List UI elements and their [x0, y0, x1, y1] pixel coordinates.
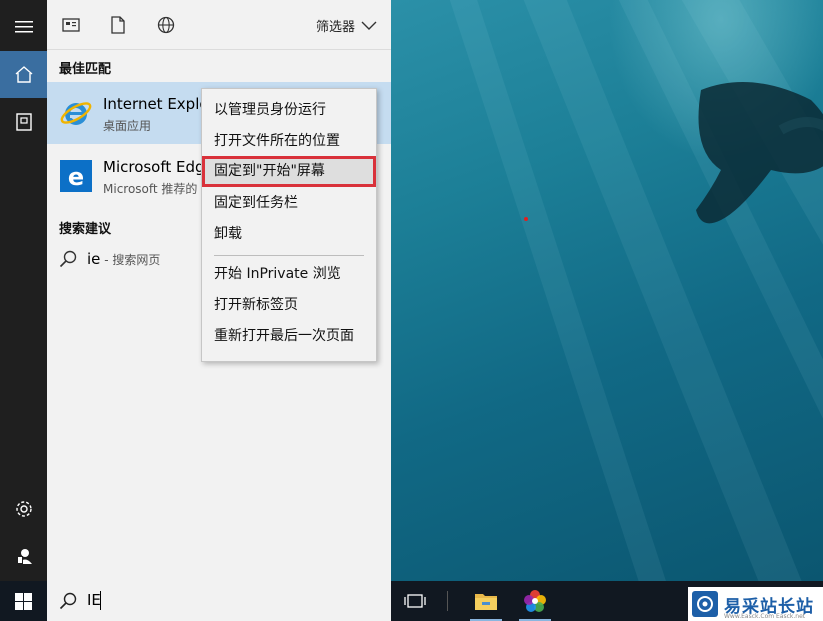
menu-item-open-file-location[interactable]: 打开文件所在的位置: [202, 126, 376, 157]
search-icon: [59, 592, 77, 610]
chevron-down-icon: [361, 21, 377, 30]
task-view-icon[interactable]: [395, 581, 435, 621]
suggestion-suffix: - 搜索网页: [100, 253, 161, 267]
photos-icon[interactable]: [515, 581, 555, 621]
suggestion-item[interactable]: ie - 搜索网页: [59, 250, 160, 268]
watermark-logo-icon: [692, 591, 718, 617]
menu-item-uninstall[interactable]: 卸载: [202, 219, 376, 250]
windows-logo-icon: [15, 592, 32, 610]
swimmer-image: [696, 82, 823, 224]
menu-item-reopen-last-session[interactable]: 重新打开最后一次页面: [202, 321, 376, 352]
taskbar-divider: [447, 591, 448, 611]
start-rail: [0, 0, 47, 581]
menu-item-inprivate[interactable]: 开始 InPrivate 浏览: [202, 259, 376, 290]
result-name: Microsoft Edg: [103, 158, 205, 176]
search-input[interactable]: IE: [87, 591, 287, 609]
filter-label: 筛选器: [315, 20, 355, 35]
user-icon[interactable]: [0, 532, 47, 579]
result-type: Microsoft 推荐的: [103, 182, 198, 196]
taskbar-search-box[interactable]: IE: [47, 581, 391, 621]
apps-icon[interactable]: [61, 15, 81, 35]
result-name: Internet Explo: [103, 95, 209, 113]
site-watermark: 易采站长站 Www.Easck.Com Easck.net: [688, 587, 823, 621]
search-toolbar: 筛选器: [47, 0, 391, 50]
windows-start-button[interactable]: [0, 581, 47, 621]
settings-icon[interactable]: [0, 485, 47, 532]
device-icon[interactable]: [0, 98, 47, 145]
context-menu: 以管理员身份运行 打开文件所在的位置 固定到"开始"屏幕 固定到任务栏 卸载 开…: [201, 88, 377, 362]
watermark-subtext: Www.Easck.Com Easck.net: [724, 613, 806, 620]
web-icon[interactable]: [156, 15, 176, 35]
search-icon: [59, 250, 77, 268]
best-match-heading: 最佳匹配: [59, 62, 112, 77]
file-explorer-icon[interactable]: [466, 581, 506, 621]
edge-icon: e: [60, 160, 92, 192]
internet-explorer-icon: [60, 102, 92, 125]
result-type: 桌面应用: [103, 119, 152, 133]
suggestion-query: ie: [87, 250, 101, 268]
suggestions-heading: 搜索建议: [59, 222, 112, 237]
document-icon[interactable]: [108, 15, 128, 35]
svg-text:e: e: [68, 163, 84, 191]
desktop-background: [391, 0, 823, 581]
cursor-dot: [524, 217, 528, 221]
menu-item-pin-to-taskbar[interactable]: 固定到任务栏: [202, 188, 376, 219]
menu-item-run-as-admin[interactable]: 以管理员身份运行: [202, 95, 376, 126]
filter-dropdown[interactable]: 筛选器: [316, 16, 377, 35]
home-icon[interactable]: [0, 51, 47, 98]
text-caret: [100, 591, 101, 610]
menu-item-new-tab[interactable]: 打开新标签页: [202, 290, 376, 321]
menu-item-pin-to-start[interactable]: 固定到"开始"屏幕: [202, 156, 376, 187]
menu-icon[interactable]: [0, 3, 47, 50]
menu-separator: [214, 255, 364, 256]
